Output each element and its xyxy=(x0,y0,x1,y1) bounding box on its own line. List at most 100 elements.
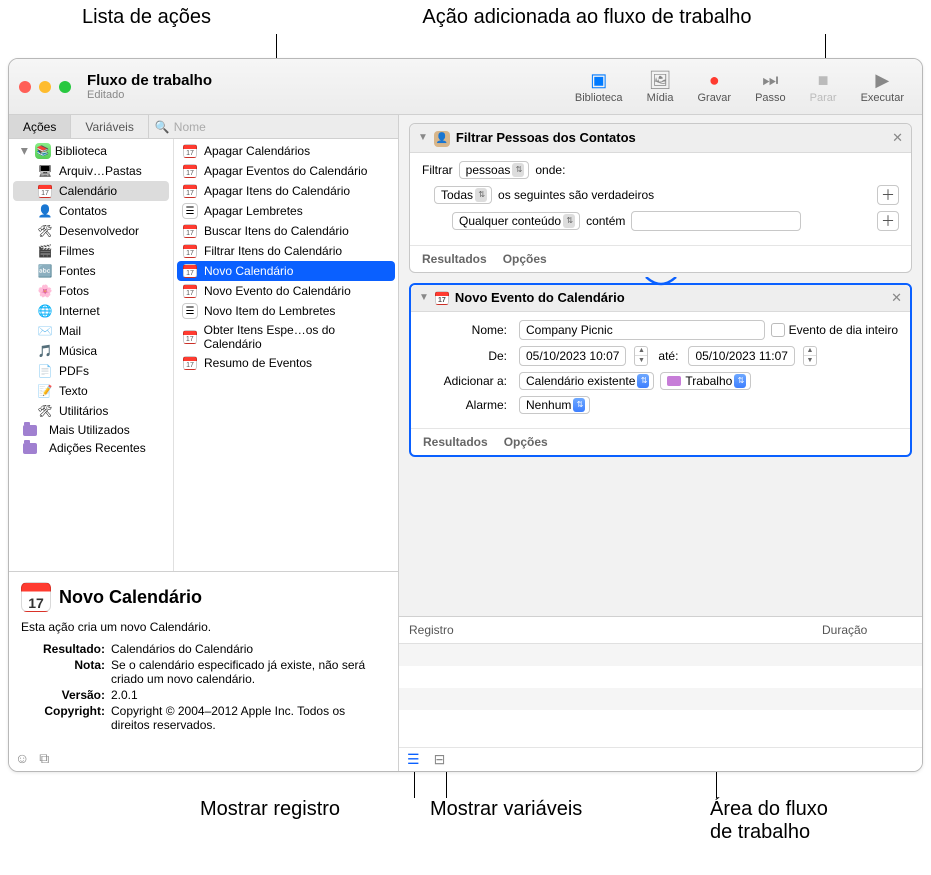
sidebar-category[interactable]: 🌸Fotos xyxy=(9,281,173,301)
select-adicionar[interactable]: Calendário existente⇅ xyxy=(519,372,654,390)
sidebar-category[interactable]: 📄PDFs xyxy=(9,361,173,381)
annotation-top-right: Ação adicionada ao fluxo de trabalho xyxy=(342,6,832,29)
sidebar-category[interactable]: 🎵Música xyxy=(9,341,173,361)
detail-label: Copyright: xyxy=(21,704,111,732)
input-contains-value[interactable] xyxy=(631,211,801,231)
toolbar-parar[interactable]: ■ Parar xyxy=(802,66,845,108)
show-variables-icon[interactable]: ⊟ xyxy=(434,751,446,768)
workflow-action-new-calendar-event[interactable]: ▼ 17 Novo Evento do Calendário ✕ Nome: C… xyxy=(409,283,912,457)
library-action-item[interactable]: ☰Apagar Lembretes xyxy=(174,201,398,221)
sidebar-category[interactable]: 17Calendário xyxy=(13,181,169,201)
add-condition-button[interactable]: ＋ xyxy=(877,185,899,205)
sidebar-category[interactable]: 🖥Arquiv…Pastas xyxy=(9,161,173,181)
detail-label: Versão: xyxy=(21,688,111,702)
sidebar-category[interactable]: 🛠Utilitários xyxy=(9,401,173,421)
library-action-item[interactable]: 17Buscar Itens do Calendário xyxy=(174,221,398,241)
app-window: Fluxo de trabalho Editado ▣ Biblioteca 🖼… xyxy=(8,58,923,772)
sidebar-category[interactable]: 🛠Desenvolvedor xyxy=(9,221,173,241)
library-action-item[interactable]: 17Filtrar Itens do Calendário xyxy=(174,241,398,261)
label-seguintes: os seguintes são verdadeiros xyxy=(498,188,654,202)
close-icon[interactable]: ✕ xyxy=(891,290,902,306)
sidebar-category[interactable]: ✉️Mail xyxy=(9,321,173,341)
tab-opcoes[interactable]: Opções xyxy=(504,435,548,449)
library-action-item[interactable]: 17Obter Itens Espe…os do Calendário xyxy=(174,321,398,353)
library-action-item[interactable]: 17Resumo de Eventos xyxy=(174,353,398,373)
sidebar-icon: ▣ xyxy=(590,70,607,92)
library-categories[interactable]: ▶ 📚 Biblioteca 🖥Arquiv…Pastas17Calendári… xyxy=(9,139,174,571)
flow-icon[interactable]: ⧉ xyxy=(39,750,49,767)
segment-variaveis[interactable]: Variáveis xyxy=(71,115,148,138)
library-action-item[interactable]: 17Apagar Calendários xyxy=(174,141,398,161)
library-action-label: Novo Evento do Calendário xyxy=(204,284,351,298)
workflow-area[interactable]: ▼ 👤 Filtrar Pessoas dos Contatos ✕ Filtr… xyxy=(399,115,922,616)
sidebar-category-label: Calendário xyxy=(59,184,117,198)
toolbar-biblioteca[interactable]: ▣ Biblioteca xyxy=(567,66,631,108)
toolbar-midia[interactable]: 🖼 Mídia xyxy=(639,66,682,108)
fonts-icon: 🔤 xyxy=(37,263,53,279)
smile-icon[interactable]: ☺ xyxy=(15,750,29,767)
disclosure-icon[interactable]: ▼ xyxy=(418,132,428,143)
close-button[interactable] xyxy=(19,81,31,93)
workflow-action-filter-contacts[interactable]: ▼ 👤 Filtrar Pessoas dos Contatos ✕ Filtr… xyxy=(409,123,912,273)
select-qualquer[interactable]: Qualquer conteúdo⇅ xyxy=(452,212,580,230)
library-root[interactable]: ▶ 📚 Biblioteca xyxy=(9,141,173,161)
library-action-item[interactable]: 17Apagar Itens do Calendário xyxy=(174,181,398,201)
detail-value: Se o calendário especificado já existe, … xyxy=(111,658,386,686)
disclosure-icon[interactable]: ▼ xyxy=(419,292,429,303)
sidebar-category-label: Música xyxy=(59,344,97,358)
zoom-button[interactable] xyxy=(59,81,71,93)
sidebar-category[interactable]: 🎬Filmes xyxy=(9,241,173,261)
select-calendario[interactable]: Trabalho⇅ xyxy=(660,372,751,390)
reminders-icon: ☰ xyxy=(182,303,198,319)
input-nome[interactable]: Company Picnic xyxy=(519,320,765,340)
log-rows[interactable] xyxy=(399,644,922,747)
library-action-item[interactable]: 17Apagar Eventos do Calendário xyxy=(174,161,398,181)
select-todas[interactable]: Todas⇅ xyxy=(434,186,492,204)
annotation-line xyxy=(414,770,415,798)
library-action-item[interactable]: 17Novo Evento do Calendário xyxy=(174,281,398,301)
select-pessoas[interactable]: pessoas⇅ xyxy=(459,161,530,179)
close-icon[interactable]: ✕ xyxy=(892,130,903,146)
search-input[interactable]: 🔍 Nome xyxy=(149,115,398,138)
library-action-label: Buscar Itens do Calendário xyxy=(204,224,349,238)
log-column-duracao[interactable]: Duração xyxy=(822,623,912,637)
tab-resultados[interactable]: Resultados xyxy=(423,435,488,449)
library-action-label: Apagar Eventos do Calendário xyxy=(204,164,367,178)
search-icon: 🔍 xyxy=(155,120,170,134)
sidebar-category[interactable]: 👤Contatos xyxy=(9,201,173,221)
tab-opcoes[interactable]: Opções xyxy=(503,252,547,266)
media-icon: 🖼 xyxy=(649,70,672,92)
library-action-item[interactable]: 17Novo Calendário xyxy=(177,261,395,281)
detail-description: Esta ação cria um novo Calendário. xyxy=(21,620,386,634)
log-toolbar: ☰ ⊟ xyxy=(399,747,922,771)
input-de[interactable]: 05/10/2023 10:07 xyxy=(519,346,626,366)
library-actions-list[interactable]: 17Apagar Calendários17Apagar Eventos do … xyxy=(174,139,398,571)
stepper-de[interactable]: ▲▼ xyxy=(634,346,648,366)
sidebar-category[interactable]: 🌐Internet xyxy=(9,301,173,321)
select-alarme[interactable]: Nenhum⇅ xyxy=(519,396,590,414)
add-condition-button[interactable]: ＋ xyxy=(877,211,899,231)
tab-resultados[interactable]: Resultados xyxy=(422,252,487,266)
log-column-registro[interactable]: Registro xyxy=(409,623,822,637)
sidebar-category[interactable]: 🔤Fontes xyxy=(9,261,173,281)
stepper-ate[interactable]: ▲▼ xyxy=(803,346,817,366)
play-icon: ▶ xyxy=(875,70,889,92)
sidebar-smart-folder[interactable]: Adições Recentes xyxy=(9,439,173,457)
minimize-button[interactable] xyxy=(39,81,51,93)
library-root-label: Biblioteca xyxy=(55,144,107,158)
input-ate[interactable]: 05/10/2023 11:07 xyxy=(688,346,795,366)
toolbar-gravar[interactable]: ● Gravar xyxy=(689,66,739,108)
filter-bar: Ações Variáveis 🔍 Nome xyxy=(9,115,398,139)
library-action-item[interactable]: ☰Novo Item do Lembretes xyxy=(174,301,398,321)
sidebar-smart-folder[interactable]: Mais Utilizados xyxy=(9,421,173,439)
detail-footer-icons: ☺ ⧉ xyxy=(15,750,49,767)
toolbar-passo[interactable]: ⏭ Passo xyxy=(747,66,794,108)
disclosure-icon[interactable]: ▶ xyxy=(19,148,30,155)
toolbar-executar[interactable]: ▶ Executar xyxy=(853,66,912,108)
sidebar-category[interactable]: 📝Texto xyxy=(9,381,173,401)
toolbar-label: Biblioteca xyxy=(575,92,623,104)
checkbox-icon xyxy=(771,323,785,337)
show-log-icon[interactable]: ☰ xyxy=(407,751,420,768)
checkbox-allday[interactable]: Evento de dia inteiro xyxy=(771,323,898,337)
segment-acoes[interactable]: Ações xyxy=(9,115,71,138)
